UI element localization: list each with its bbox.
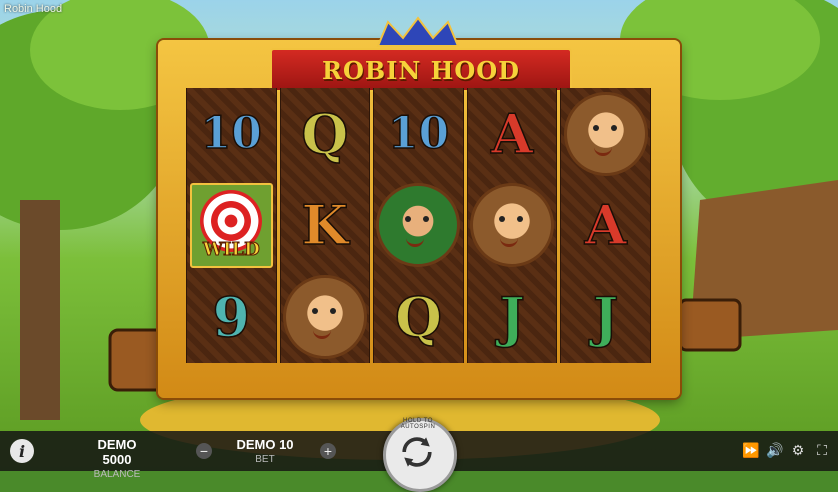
reel-5: AJ bbox=[560, 88, 651, 363]
symbol-j: J bbox=[499, 285, 526, 350]
reel-symbol bbox=[374, 180, 463, 272]
symbol-9: 9 bbox=[212, 285, 251, 350]
reel-symbol bbox=[561, 88, 650, 180]
game-logo-banner: ROBIN HOOD bbox=[270, 48, 572, 92]
friar-tuck-symbol bbox=[563, 91, 648, 176]
reel-symbol: 9 bbox=[187, 271, 276, 363]
reel-symbol: K bbox=[281, 180, 370, 272]
bet-increase-button[interactable]: + bbox=[320, 443, 336, 459]
reel-2: QK bbox=[279, 88, 371, 363]
face-detail bbox=[593, 145, 612, 156]
bet-value: DEMO 10 bbox=[236, 437, 294, 452]
friar-tuck-symbol bbox=[470, 183, 555, 268]
face-detail bbox=[499, 216, 506, 223]
reel-4: AJ bbox=[466, 88, 558, 363]
reel-symbol: Q bbox=[374, 271, 463, 363]
reel-symbol: J bbox=[561, 271, 650, 363]
balance-display: DEMO 5000 BALANCE bbox=[82, 437, 152, 480]
face-detail bbox=[329, 308, 336, 315]
symbol-q: Q bbox=[301, 101, 350, 166]
face-detail bbox=[312, 328, 331, 340]
balance-value: DEMO 5000 bbox=[97, 437, 137, 467]
reel-symbol bbox=[281, 271, 370, 363]
face-detail bbox=[610, 124, 617, 131]
reel-symbol: WILD bbox=[187, 180, 276, 272]
bet-label: BET bbox=[255, 454, 275, 465]
reel-symbol: Q bbox=[281, 88, 370, 180]
game-logo-title: ROBIN HOOD bbox=[322, 55, 520, 85]
face-detail bbox=[423, 216, 430, 223]
settings-icon[interactable]: ⚙ bbox=[790, 442, 806, 458]
info-button[interactable]: i bbox=[10, 439, 34, 463]
wild-label: WILD bbox=[202, 239, 260, 261]
sound-icon[interactable]: 🔊 bbox=[766, 442, 783, 458]
face-detail bbox=[406, 236, 425, 248]
symbol-10: 10 bbox=[387, 107, 450, 159]
reel-symbol: A bbox=[561, 180, 650, 272]
robin-hood-symbol bbox=[376, 183, 461, 268]
fullscreen-icon[interactable]: ⛶ bbox=[814, 442, 830, 458]
friar-tuck-symbol bbox=[282, 275, 367, 360]
face-detail bbox=[405, 216, 412, 223]
reel-grid: 10 WILD 9 Q K 10 Q A J A J bbox=[186, 88, 651, 363]
face-detail bbox=[311, 308, 318, 315]
reel-symbol bbox=[468, 180, 557, 272]
bet-display: DEMO 10 BET bbox=[230, 437, 300, 465]
autospin-hint: HOLD TO AUTOSPIN bbox=[400, 418, 436, 430]
refresh-icon bbox=[402, 437, 432, 467]
reel-symbol: A bbox=[468, 88, 557, 180]
fast-forward-icon[interactable]: ⏩ bbox=[742, 442, 759, 458]
symbol-a: A bbox=[584, 193, 627, 258]
symbol-q: Q bbox=[394, 285, 443, 350]
bet-decrease-button[interactable]: − bbox=[196, 443, 212, 459]
crown-icon bbox=[376, 16, 460, 47]
reel-symbol: 10 bbox=[187, 88, 276, 180]
face-detail bbox=[592, 124, 599, 131]
reel-symbol: 10 bbox=[374, 88, 463, 180]
utility-icons: ⏩ 🔊 ⚙ ⛶ bbox=[742, 442, 830, 458]
symbol-a: A bbox=[490, 101, 534, 166]
symbol-k: K bbox=[301, 193, 349, 258]
symbol-j: J bbox=[592, 285, 619, 350]
face-detail bbox=[500, 236, 519, 248]
wild-symbol: WILD bbox=[190, 182, 273, 269]
reel-1: 10 WILD 9 bbox=[186, 88, 277, 363]
window-title: Robin Hood bbox=[4, 3, 63, 15]
symbol-10: 10 bbox=[200, 107, 263, 159]
face-detail bbox=[517, 216, 524, 223]
reel-3: 10 Q bbox=[373, 88, 464, 363]
reel-symbol: J bbox=[468, 271, 557, 363]
